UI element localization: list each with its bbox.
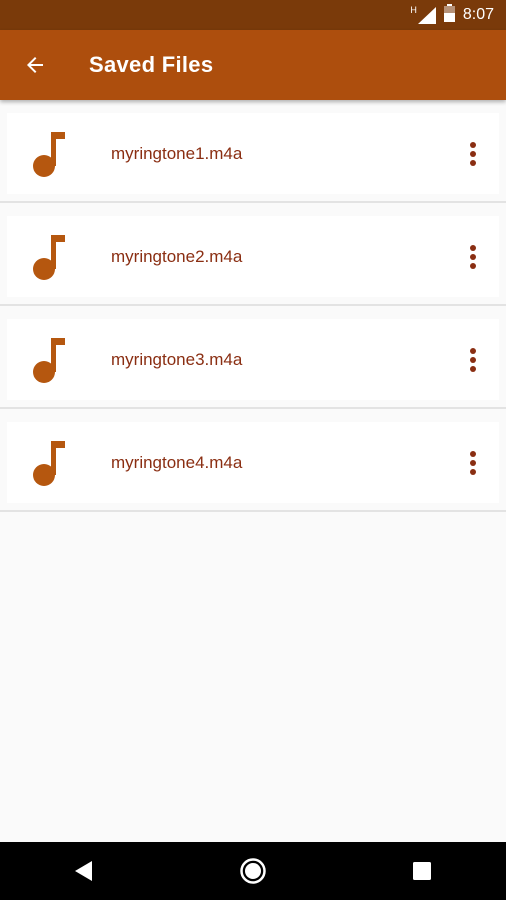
music-note-icon <box>32 336 74 384</box>
more-options-button[interactable] <box>453 124 493 184</box>
battery-icon <box>443 3 455 27</box>
list-item[interactable]: myringtone1.m4a <box>0 100 506 203</box>
page-title: Saved Files <box>89 52 214 77</box>
arrow-back-icon <box>27 57 43 73</box>
file-name: myringtone1.m4a <box>111 143 243 163</box>
nav-back-button[interactable] <box>44 842 124 900</box>
more-vert-icon <box>470 244 476 269</box>
nav-back-icon <box>75 861 93 881</box>
more-options-button[interactable] <box>453 227 493 287</box>
more-options-button[interactable] <box>453 433 493 493</box>
file-card[interactable]: myringtone4.m4a <box>7 422 499 503</box>
nav-home-icon <box>240 858 266 884</box>
file-name: myringtone4.m4a <box>111 452 243 472</box>
file-name: myringtone2.m4a <box>111 246 243 266</box>
more-vert-icon <box>470 347 476 372</box>
nav-home-button[interactable] <box>213 842 293 900</box>
status-time: 8:07 <box>462 6 494 23</box>
file-card[interactable]: myringtone1.m4a <box>7 113 499 194</box>
status-bar: H 8:07 <box>0 0 506 30</box>
nav-recents-icon <box>412 862 431 880</box>
more-vert-icon <box>470 450 476 475</box>
signal-icon: H <box>410 6 436 24</box>
music-note-icon <box>32 130 74 178</box>
nav-recents-button[interactable] <box>382 842 462 900</box>
music-note-icon <box>32 233 74 281</box>
network-type: H <box>410 5 417 15</box>
file-list: myringtone1.m4a myringtone2.m4a myringto… <box>0 100 506 512</box>
back-button[interactable] <box>0 30 70 100</box>
music-note-icon <box>32 439 74 487</box>
list-item[interactable]: myringtone3.m4a <box>0 306 506 409</box>
list-item[interactable]: myringtone4.m4a <box>0 409 506 512</box>
file-card[interactable]: myringtone2.m4a <box>7 216 499 297</box>
more-options-button[interactable] <box>453 330 493 390</box>
file-card[interactable]: myringtone3.m4a <box>7 319 499 400</box>
file-name: myringtone3.m4a <box>111 349 243 369</box>
app-bar: Saved Files <box>0 30 506 100</box>
more-vert-icon <box>470 141 476 166</box>
list-item[interactable]: myringtone2.m4a <box>0 203 506 306</box>
navigation-bar <box>0 842 506 900</box>
